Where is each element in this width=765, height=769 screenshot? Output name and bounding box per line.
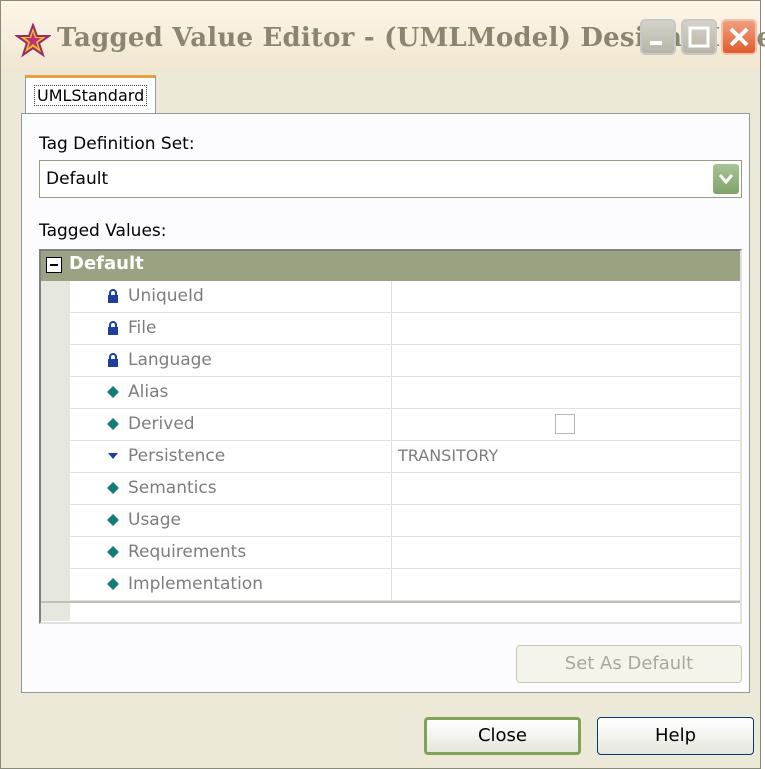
property-row[interactable]: File <box>70 313 740 345</box>
diamond-icon <box>107 578 119 590</box>
dropdown-button[interactable] <box>713 164 739 194</box>
property-row[interactable]: Derived <box>70 409 740 441</box>
property-row[interactable]: UniqueId <box>70 281 740 313</box>
property-name: Language <box>128 350 212 370</box>
property-name: UniqueId <box>128 286 204 306</box>
property-name: Derived <box>128 414 195 434</box>
tag-definition-selected-value: Default <box>46 169 109 189</box>
property-row[interactable]: Alias <box>70 377 740 409</box>
property-name-cell: Semantics <box>70 473 392 504</box>
maximize-icon <box>688 26 710 48</box>
lock-icon <box>108 289 118 303</box>
help-button[interactable]: Help <box>597 717 754 755</box>
property-name: Persistence <box>128 446 226 466</box>
property-name-cell: Implementation <box>70 569 392 600</box>
property-row[interactable]: Implementation <box>70 569 740 601</box>
property-value[interactable]: TRANSITORY <box>398 446 498 465</box>
star-app-icon <box>15 23 51 58</box>
property-row[interactable]: Usage <box>70 505 740 537</box>
property-name: Requirements <box>128 542 247 562</box>
close-icon <box>729 27 749 47</box>
tab-label: UMLStandard <box>34 85 148 106</box>
diamond-icon <box>107 482 119 494</box>
minimize-button[interactable] <box>640 19 676 55</box>
diamond-icon <box>107 386 119 398</box>
property-name-cell: File <box>70 313 392 344</box>
property-row[interactable]: Persistence TRANSITORY <box>70 441 740 473</box>
group-title: Default <box>69 253 144 274</box>
set-as-default-button[interactable]: Set As Default <box>516 645 742 683</box>
maximize-button[interactable] <box>681 19 717 55</box>
property-name-cell: Persistence <box>70 441 392 472</box>
property-name: Usage <box>128 510 181 530</box>
tagged-value-editor-window: Tagged Value Editor - (UMLModel) Design … <box>0 0 765 769</box>
property-name-cell: Usage <box>70 505 392 536</box>
lock-icon <box>108 353 118 367</box>
property-name-cell: Alias <box>70 377 392 408</box>
diamond-icon <box>107 514 119 526</box>
property-name-cell: Derived <box>70 409 392 440</box>
tag-definition-set-label: Tag Definition Set: <box>39 134 195 154</box>
collapse-icon[interactable] <box>46 257 62 273</box>
diamond-icon <box>107 418 119 430</box>
property-name: File <box>128 318 157 338</box>
close-window-button[interactable] <box>721 19 757 55</box>
tab-strip: UMLStandard <box>21 75 750 115</box>
group-row-default[interactable]: Default <box>41 251 740 281</box>
property-name-cell: UniqueId <box>70 281 392 312</box>
tagged-values-grid: Default UniqueId File Language Alias Der… <box>39 249 742 624</box>
property-row[interactable]: Language <box>70 345 740 377</box>
dropdown-arrow-icon <box>108 453 118 459</box>
tag-definition-set-select[interactable]: Default <box>39 160 742 198</box>
close-button[interactable]: Close <box>424 717 581 755</box>
tagged-values-label: Tagged Values: <box>39 221 167 241</box>
minimize-icon <box>650 41 662 45</box>
chevron-down-icon <box>718 174 734 185</box>
property-name: Implementation <box>128 574 263 594</box>
tab-umlstandard[interactable]: UMLStandard <box>25 75 157 115</box>
diamond-icon <box>107 546 119 558</box>
tab-panel: Tag Definition Set: Default Tagged Value… <box>21 113 750 693</box>
grid-gutter <box>41 281 70 621</box>
property-row[interactable]: Semantics <box>70 473 740 505</box>
property-name-cell: Language <box>70 345 392 376</box>
lock-icon <box>108 321 118 335</box>
derived-checkbox[interactable] <box>555 414 575 434</box>
property-row[interactable]: Requirements <box>70 537 740 569</box>
property-name: Semantics <box>128 478 217 498</box>
property-name-cell: Requirements <box>70 537 392 568</box>
title-bar[interactable]: Tagged Value Editor - (UMLModel) Design … <box>1 1 765 71</box>
property-name: Alias <box>128 382 169 402</box>
grid-footer-divider <box>41 601 740 603</box>
